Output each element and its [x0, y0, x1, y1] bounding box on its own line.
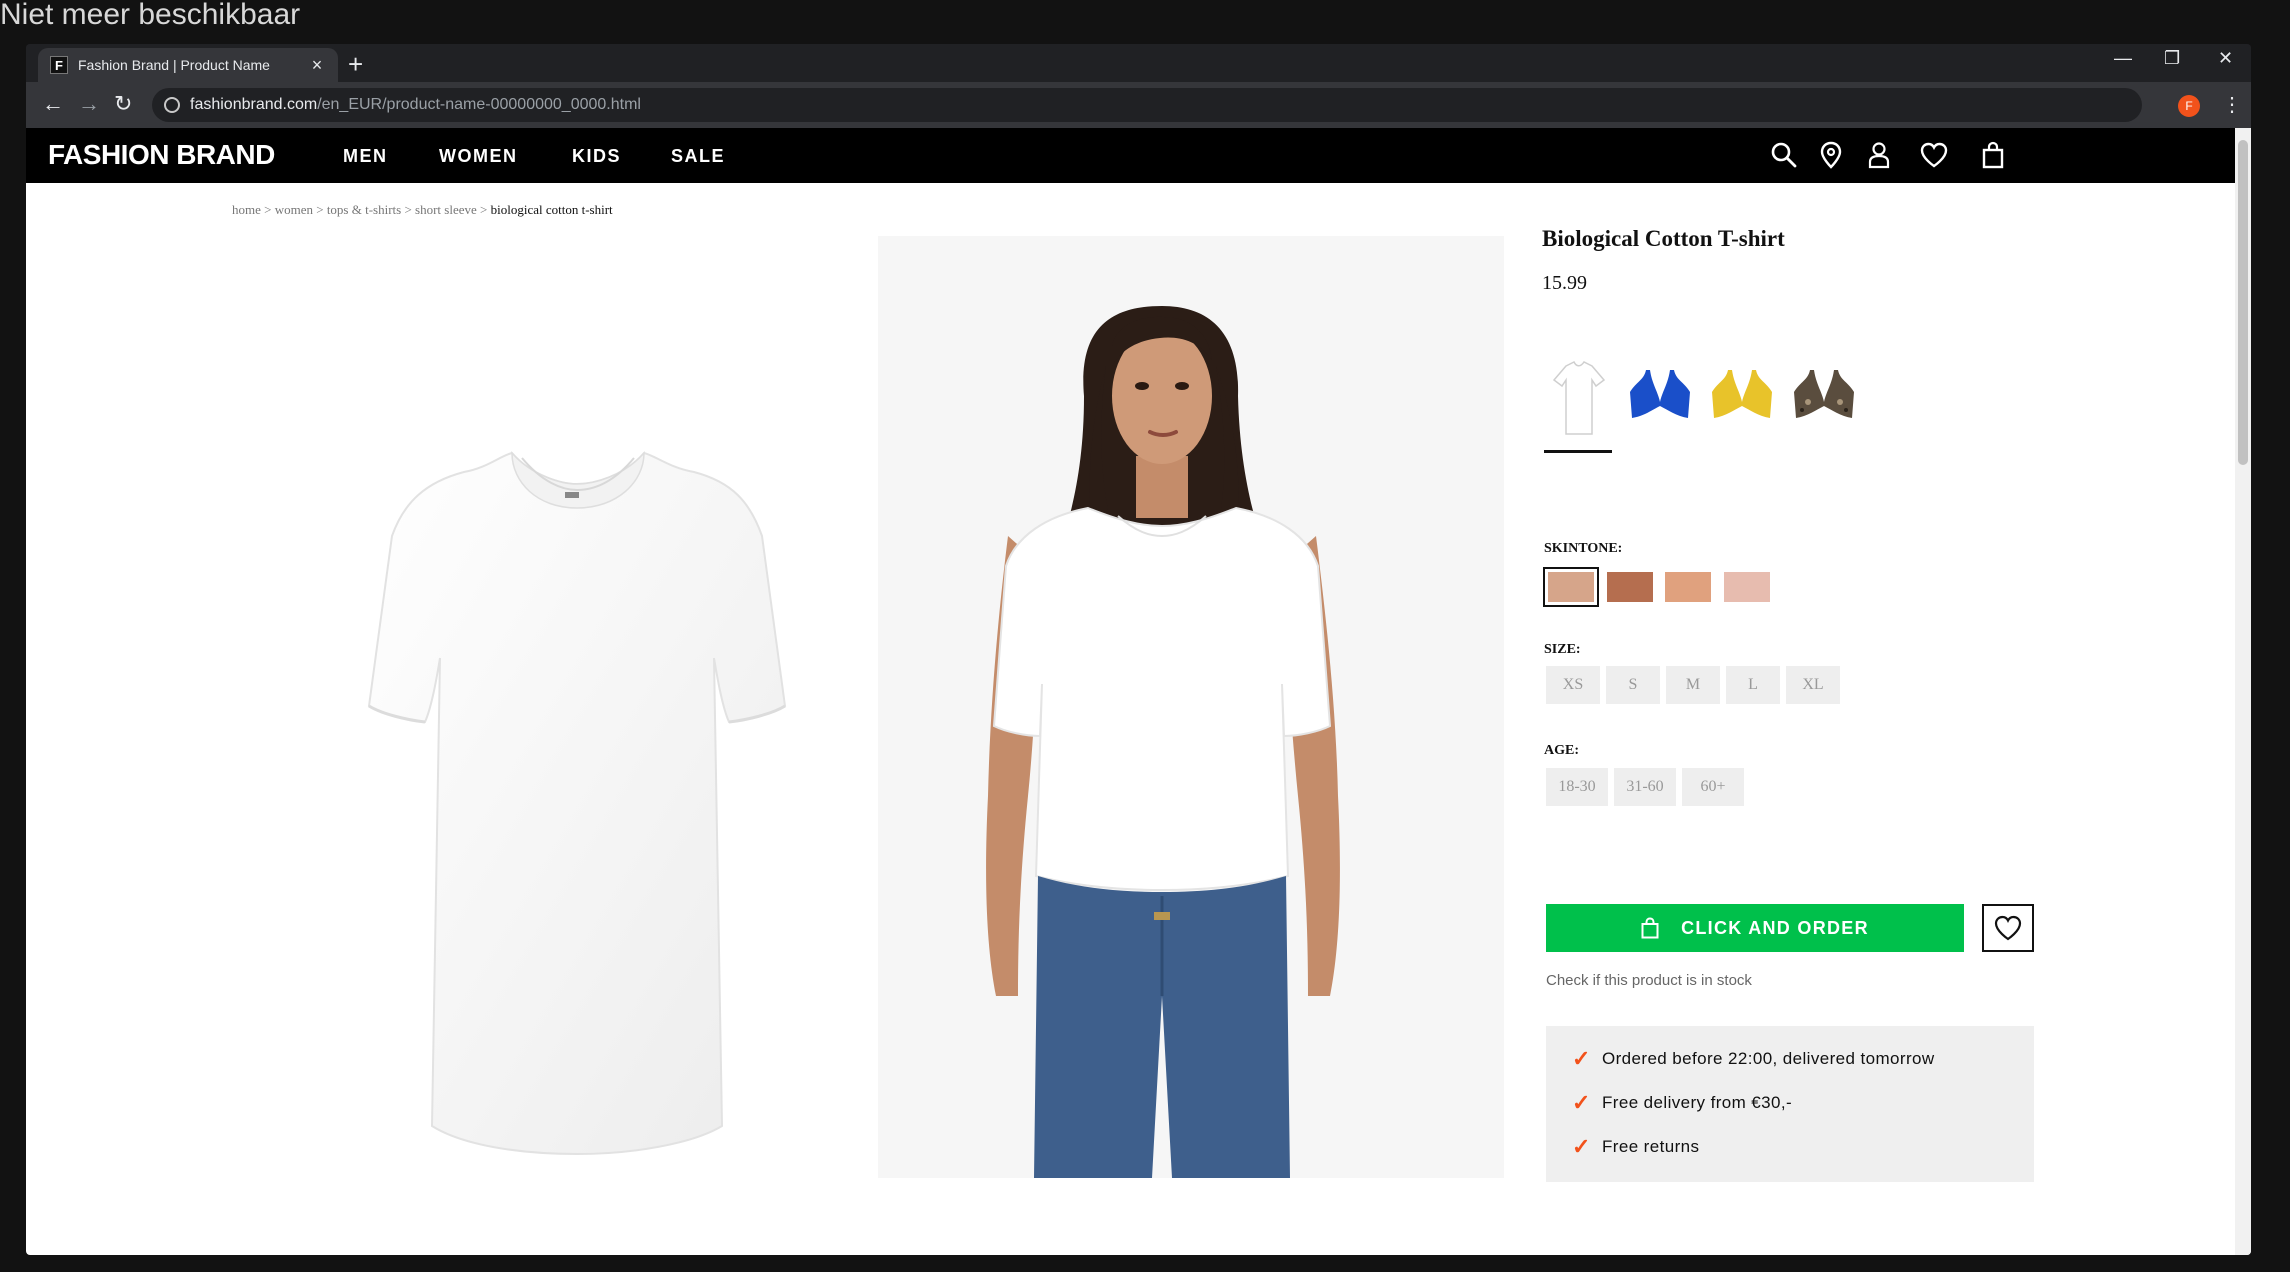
breadcrumb-current: biological cotton t-shirt: [490, 202, 613, 217]
size-option-xl[interactable]: XL: [1786, 666, 1840, 704]
user-icon[interactable]: [1864, 140, 1894, 170]
nav-sale[interactable]: SALE: [671, 146, 725, 167]
product-image-model[interactable]: [878, 236, 1504, 1178]
check-icon: ✓: [1572, 1090, 1591, 1115]
usp-box: ✓ Ordered before 22:00, delivered tomorro…: [1546, 1026, 2034, 1182]
check-icon: ✓: [1572, 1134, 1591, 1159]
tab-title: Fashion Brand | Product Name: [78, 57, 270, 73]
model-wearing-tshirt-image: [986, 306, 1340, 1178]
size-option-s[interactable]: S: [1606, 666, 1660, 704]
age-option-60-plus[interactable]: 60+: [1682, 768, 1744, 806]
skintone-option-3[interactable]: [1665, 572, 1711, 602]
forward-button[interactable]: →: [78, 92, 100, 116]
usp-item: ✓ Free delivery from €30,-: [1572, 1090, 1793, 1115]
click-and-order-button[interactable]: CLICK AND ORDER: [1546, 904, 1964, 952]
address-bar: ← → ↻ fashionbrand.com/en_EUR/product-na…: [26, 82, 2251, 128]
browser-menu-icon[interactable]: ⋮: [2222, 92, 2242, 117]
reload-button[interactable]: ↻: [114, 92, 132, 116]
color-option-leopard-bra[interactable]: [1790, 358, 1858, 438]
profile-avatar[interactable]: F: [2178, 95, 2200, 117]
new-tab-button[interactable]: +: [348, 50, 363, 78]
skintone-label: SKINTONE:: [1544, 541, 1623, 556]
nav-women[interactable]: WOMEN: [439, 146, 518, 167]
nav-kids[interactable]: KIDS: [572, 146, 621, 167]
tab-close-icon[interactable]: ×: [308, 55, 326, 76]
search-icon[interactable]: [1769, 140, 1799, 170]
product-image-flat[interactable]: [232, 236, 852, 1178]
product-title: Biological Cotton T-shirt: [1542, 226, 1785, 251]
check-icon: ✓: [1572, 1046, 1591, 1071]
restore-button[interactable]: ❐: [2164, 48, 2180, 69]
add-to-wishlist-button[interactable]: [1982, 904, 2034, 952]
age-label: AGE:: [1544, 743, 1579, 758]
color-option-white-tshirt[interactable]: [1544, 358, 1612, 438]
favicon-icon: F: [50, 56, 68, 74]
size-option-xs[interactable]: XS: [1546, 666, 1600, 704]
nav-men[interactable]: MEN: [343, 146, 388, 167]
skintone-option-1[interactable]: [1543, 567, 1599, 607]
tab-strip: F Fashion Brand | Product Name × + — ❐ ✕: [26, 44, 2251, 82]
site-header: FASHION BRAND MEN WOMEN KIDS SALE: [26, 128, 2235, 183]
color-option-yellow-bra[interactable]: [1708, 358, 1776, 438]
size-option-l[interactable]: L: [1726, 666, 1780, 704]
age-option-31-60[interactable]: 31-60: [1614, 768, 1676, 806]
breadcrumb: home > women > tops & t-shirts > short s…: [232, 202, 613, 218]
scrollbar-thumb[interactable]: [2238, 140, 2248, 465]
selected-color-indicator: [1544, 450, 1612, 453]
usp-item: ✓ Ordered before 22:00, delivered tomorro…: [1572, 1046, 1935, 1071]
stock-check-link[interactable]: Check if this product is in stock: [1546, 972, 1752, 989]
tshirt-flat-image: [367, 450, 787, 1156]
url-input[interactable]: fashionbrand.com/en_EUR/product-name-000…: [152, 88, 2142, 122]
page-viewport: FASHION BRAND MEN WOMEN KIDS SALE home >…: [26, 128, 2251, 1255]
minimize-button[interactable]: —: [2114, 48, 2132, 69]
page-scrollbar[interactable]: [2235, 128, 2251, 1255]
unavailable-overlay-text: Niet meer beschikbaar: [0, 0, 301, 31]
breadcrumb-trail[interactable]: home > women > tops & t-shirts > short s…: [232, 202, 491, 217]
age-option-18-30[interactable]: 18-30: [1546, 768, 1608, 806]
shopping-bag-icon[interactable]: [1978, 140, 2008, 170]
back-button[interactable]: ←: [42, 92, 64, 116]
close-window-button[interactable]: ✕: [2218, 48, 2233, 69]
heart-icon: [1994, 915, 2022, 941]
browser-window: F Fashion Brand | Product Name × + — ❐ ✕…: [26, 44, 2251, 1255]
size-label: SIZE:: [1544, 642, 1581, 657]
url-text: fashionbrand.com/en_EUR/product-name-000…: [190, 96, 641, 113]
skintone-option-4[interactable]: [1724, 572, 1770, 602]
site-info-icon[interactable]: [164, 97, 180, 113]
color-option-blue-bra[interactable]: [1626, 358, 1694, 438]
location-pin-icon[interactable]: [1816, 140, 1846, 170]
brand-logo[interactable]: FASHION BRAND: [48, 139, 275, 171]
skintone-option-2[interactable]: [1607, 572, 1653, 602]
size-option-m[interactable]: M: [1666, 666, 1720, 704]
usp-item: ✓ Free returns: [1572, 1134, 1700, 1159]
shopping-bag-icon: [1641, 917, 1659, 939]
browser-tab[interactable]: F Fashion Brand | Product Name ×: [38, 48, 338, 82]
product-price: 15.99: [1542, 272, 1587, 294]
heart-icon[interactable]: [1919, 140, 1949, 170]
order-button-label: CLICK AND ORDER: [1681, 917, 1869, 938]
